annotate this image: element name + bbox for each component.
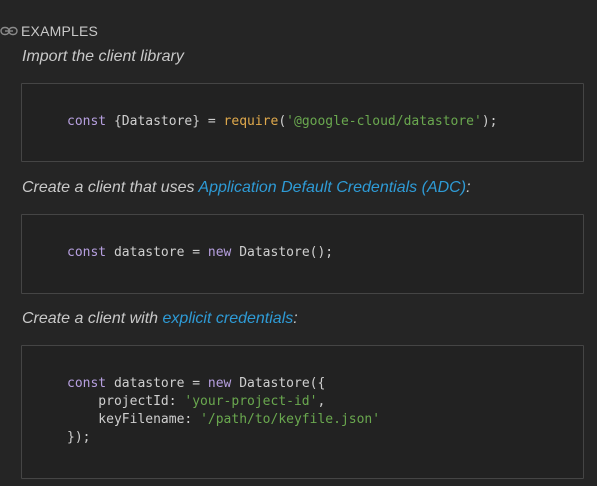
code-content: const datastore = new Datastore();	[67, 244, 333, 262]
code-text: (	[278, 114, 287, 129]
section-title: EXAMPLES	[21, 23, 99, 39]
code-keyword: const	[67, 376, 107, 391]
code-block: const datastore = new Datastore();	[21, 214, 584, 294]
code-keyword: const	[67, 245, 107, 260]
code-text: );	[481, 114, 498, 129]
link-icon[interactable]	[0, 24, 18, 38]
code-content: const datastore = new Datastore({ projec…	[67, 375, 380, 447]
code-text: datastore =	[106, 245, 208, 260]
description-text: Import the client library	[22, 48, 184, 65]
code-keyword: new	[207, 376, 232, 391]
explicit-credentials-link[interactable]: explicit credentials	[163, 310, 294, 327]
code-content: const {Datastore} = require('@google-clo…	[67, 113, 498, 131]
example-description: Import the client library	[22, 48, 184, 66]
code-block: const {Datastore} = require('@google-clo…	[21, 83, 584, 162]
code-text: });	[67, 430, 91, 445]
code-string: '/path/to/keyfile.json'	[200, 412, 381, 427]
description-prefix: Create a client that uses	[22, 179, 199, 196]
code-text: projectId:	[67, 394, 185, 409]
code-keyword: const	[67, 114, 107, 129]
code-text: {Datastore} =	[106, 114, 224, 129]
section-header: EXAMPLES	[0, 22, 98, 40]
code-block: const datastore = new Datastore({ projec…	[21, 345, 584, 479]
code-string: 'your-project-id'	[184, 394, 318, 409]
code-string: '@google-cloud/datastore'	[286, 114, 482, 129]
description-suffix: :	[293, 310, 298, 327]
code-keyword: new	[207, 245, 232, 260]
description-prefix: Create a client with	[22, 310, 163, 327]
example-description: Create a client with explicit credential…	[22, 310, 298, 328]
code-text: keyFilename:	[67, 412, 201, 427]
adc-link[interactable]: Application Default Credentials (ADC)	[198, 179, 466, 196]
code-function: require	[223, 114, 279, 129]
code-text: ,	[317, 394, 326, 409]
code-text: Datastore({	[231, 376, 326, 391]
code-text: Datastore();	[231, 245, 334, 260]
example-description: Create a client that uses Application De…	[22, 179, 471, 197]
code-text: datastore =	[106, 376, 208, 391]
description-suffix: :	[466, 179, 471, 196]
